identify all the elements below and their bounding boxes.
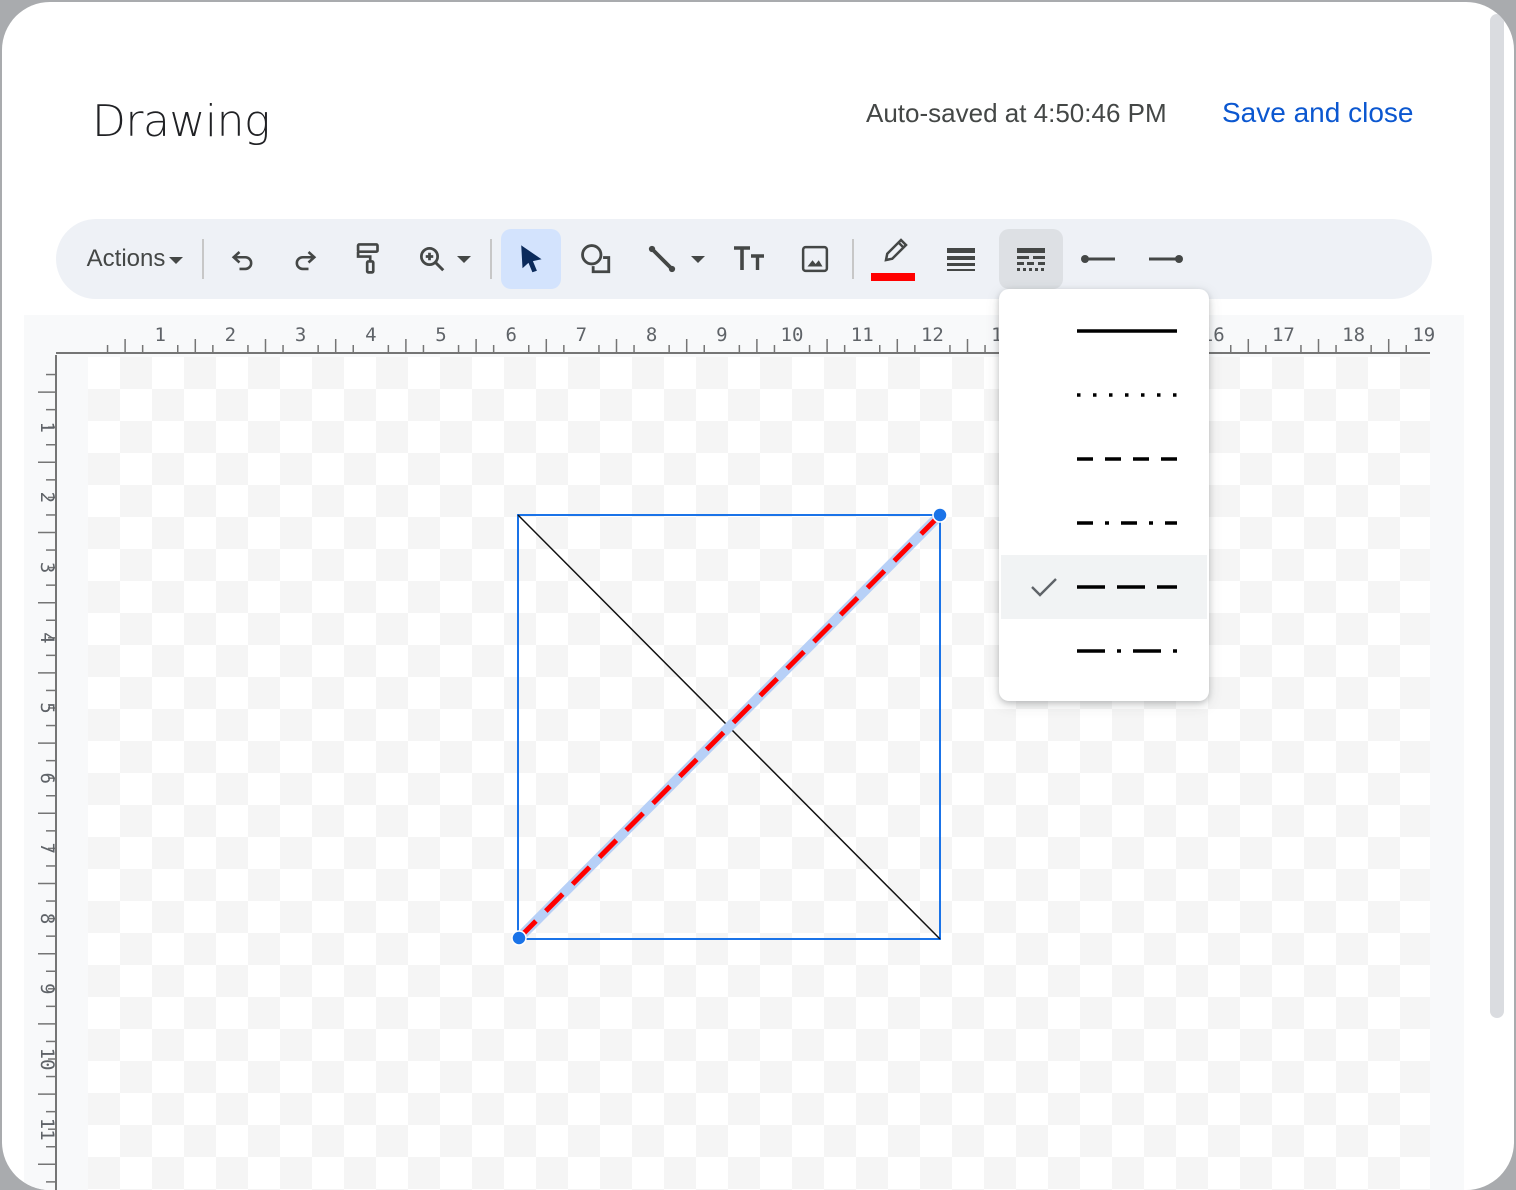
ruler-label: 1 <box>36 421 58 432</box>
ruler-label: 19 <box>1412 324 1435 346</box>
ruler-label: 17 <box>1272 324 1295 346</box>
ruler-label: 11 <box>851 324 874 346</box>
redo-button[interactable] <box>278 229 332 289</box>
ruler-label: 11 <box>36 1118 58 1141</box>
dash-dot-line-icon <box>1077 521 1177 525</box>
save-and-close-button[interactable]: Save and close <box>1222 97 1413 129</box>
line-endpoint-handle[interactable] <box>932 507 948 523</box>
ruler-label: 9 <box>36 983 58 994</box>
ruler-label: 8 <box>646 324 657 346</box>
ruler-label: 8 <box>36 913 58 924</box>
text-box-icon <box>734 246 764 270</box>
zoom-in-icon <box>420 247 445 272</box>
ruler-label: 10 <box>781 324 804 346</box>
line-icon <box>648 245 676 273</box>
ruler-label: 1 <box>154 324 165 346</box>
ruler-label: 7 <box>36 843 58 854</box>
solid-line-icon <box>1077 329 1177 333</box>
line-color-button[interactable] <box>864 229 924 289</box>
shapes-icon <box>581 244 611 274</box>
ruler-label: 4 <box>36 632 58 643</box>
ruler-label: 10 <box>36 1048 58 1071</box>
ruler-label: 5 <box>36 702 58 713</box>
ruler-label: 5 <box>435 324 446 346</box>
zoom-button[interactable] <box>406 229 482 289</box>
redo-icon <box>295 251 317 271</box>
ruler-label: 6 <box>36 772 58 783</box>
line-color-swatch <box>871 273 915 281</box>
line-dash-icon <box>1017 248 1045 271</box>
checkmark-icon <box>1031 578 1057 597</box>
dialog-title: Drawing <box>92 96 270 147</box>
ruler-label: 3 <box>295 324 306 346</box>
undo-icon <box>231 251 253 271</box>
paint-format-button[interactable] <box>342 229 396 289</box>
line-dash-button[interactable] <box>999 229 1063 289</box>
dash-style-menu <box>999 289 1209 701</box>
ruler-label: 18 <box>1342 324 1365 346</box>
ruler-label: 12 <box>921 324 944 346</box>
dashed-line-icon <box>1077 457 1177 461</box>
line-weight-button[interactable] <box>932 229 990 289</box>
ruler-label: 9 <box>716 324 727 346</box>
chevron-down-icon <box>691 255 705 263</box>
line-endpoint-handle[interactable] <box>511 930 527 946</box>
actions-label: Actions <box>86 245 166 272</box>
line-start-icon <box>1081 255 1115 263</box>
long-dash-dot-line-icon <box>1077 649 1177 653</box>
undo-button[interactable] <box>216 229 270 289</box>
chevron-down-icon <box>457 255 471 263</box>
toolbar: Actions <box>56 219 1432 299</box>
dash-option-long-dash[interactable] <box>1001 555 1207 619</box>
toolbar-divider <box>202 239 204 279</box>
ruler-label: 3 <box>36 562 58 573</box>
select-tool-button[interactable] <box>501 229 561 289</box>
drawing-shapes[interactable] <box>88 357 1430 1190</box>
dash-option-dash[interactable] <box>1001 427 1207 491</box>
line-start-button[interactable] <box>1070 229 1126 289</box>
long-dash-line-icon <box>1077 585 1177 589</box>
horizontal-ruler[interactable]: 12345678910111213141516171819 <box>24 315 1464 355</box>
cursor-arrow-icon <box>521 245 542 273</box>
dash-option-long-dash-dot[interactable] <box>1001 619 1207 683</box>
dash-option-dash-dot[interactable] <box>1001 491 1207 555</box>
actions-menu-button[interactable]: Actions <box>80 229 190 289</box>
line-weight-icon <box>947 248 975 271</box>
toolbar-divider <box>852 239 854 279</box>
line-end-icon <box>1149 255 1183 263</box>
dialog-scrollbar[interactable] <box>1490 14 1504 1018</box>
drawing-page[interactable] <box>88 357 1430 1190</box>
ruler-label: 2 <box>225 324 236 346</box>
image-button[interactable] <box>788 229 842 289</box>
drawing-canvas-area: 12345678910111213141516171819 1234567891… <box>24 315 1464 1190</box>
toolbar-divider <box>490 239 492 279</box>
chevron-down-icon <box>169 257 184 264</box>
drawing-dialog: Drawing Auto-saved at 4:50:46 PM Save an… <box>2 2 1514 1190</box>
dash-option-dot[interactable] <box>1001 363 1207 427</box>
dotted-line-icon <box>1077 393 1177 397</box>
ruler-label: 6 <box>505 324 516 346</box>
line-end-button[interactable] <box>1138 229 1194 289</box>
image-icon <box>801 245 829 273</box>
autosave-status: Auto-saved at 4:50:46 PM <box>866 98 1167 128</box>
ruler-label: 7 <box>576 324 587 346</box>
ruler-label: 2 <box>36 492 58 503</box>
ruler-label: 4 <box>365 324 376 346</box>
paint-roller-icon <box>356 243 379 274</box>
shape-tool-button[interactable] <box>568 229 624 289</box>
pencil-icon <box>884 238 908 262</box>
vertical-ruler[interactable]: 1 2 3 4 5 6 7 8 9 10 11 <box>24 355 58 1190</box>
dash-option-solid[interactable] <box>1001 299 1207 363</box>
text-box-button[interactable] <box>722 229 776 289</box>
line-tool-button[interactable] <box>636 229 716 289</box>
